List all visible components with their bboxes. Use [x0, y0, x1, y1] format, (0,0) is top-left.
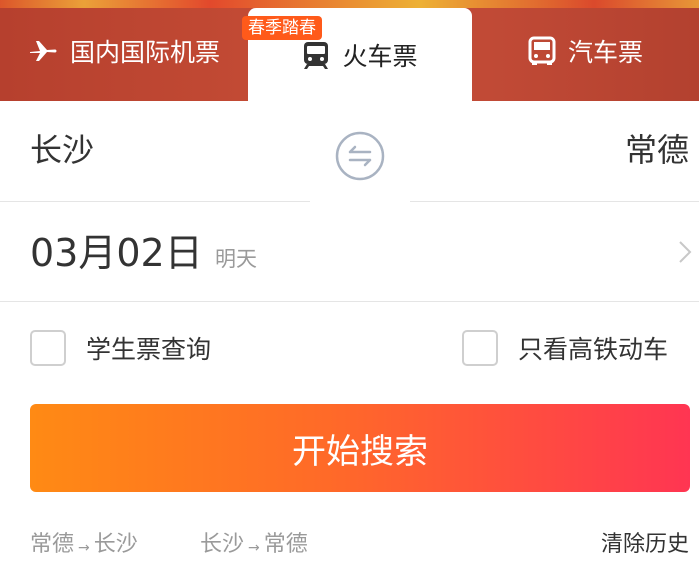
history-to: 长沙	[93, 532, 138, 557]
divider-right	[410, 201, 699, 202]
arrow-icon: →	[78, 540, 90, 556]
train-icon	[302, 40, 330, 70]
high-speed-only-checkbox[interactable]	[462, 330, 498, 366]
divider-left	[0, 201, 310, 202]
date-hint: 明天	[215, 247, 257, 271]
high-speed-only-label: 只看高铁动车	[518, 335, 669, 364]
history-item[interactable]: 长沙 → 常德	[200, 530, 308, 560]
student-ticket-checkbox[interactable]	[30, 330, 66, 366]
tab-bus[interactable]: 汽车票	[472, 0, 699, 101]
arrow-icon: →	[248, 540, 260, 556]
swap-stations-button[interactable]	[335, 131, 385, 181]
tab-flight[interactable]: 国内国际机票	[0, 0, 248, 101]
history-to: 常德	[263, 532, 308, 557]
tab-flight-label: 国内国际机票	[69, 37, 220, 67]
tab-bus-label: 汽车票	[567, 37, 643, 67]
student-ticket-option[interactable]: 学生票查询	[30, 330, 211, 366]
clear-history-button[interactable]: 清除历史	[601, 530, 689, 560]
history-from: 长沙	[200, 532, 245, 557]
high-speed-only-option[interactable]: 只看高铁动车	[462, 330, 668, 366]
departure-station[interactable]: 长沙	[30, 128, 94, 172]
divider-date	[0, 301, 699, 302]
search-button[interactable]: 开始搜索	[30, 404, 690, 492]
swap-arrows-icon	[335, 131, 385, 185]
history-item[interactable]: 常德 → 长沙	[30, 530, 138, 560]
departure-date[interactable]: 03月02日	[30, 227, 203, 279]
arrival-station[interactable]: 常德	[625, 128, 689, 172]
student-ticket-label: 学生票查询	[86, 335, 212, 364]
tab-train-label: 火车票	[342, 41, 418, 71]
history-from: 常德	[30, 532, 75, 557]
transport-tabs: 国内国际机票 火车票 汽车票	[0, 0, 699, 101]
airplane-icon	[28, 39, 58, 63]
bus-icon	[528, 36, 556, 66]
chevron-right-icon[interactable]	[678, 240, 692, 268]
promo-badge: 春季踏春	[242, 16, 322, 40]
